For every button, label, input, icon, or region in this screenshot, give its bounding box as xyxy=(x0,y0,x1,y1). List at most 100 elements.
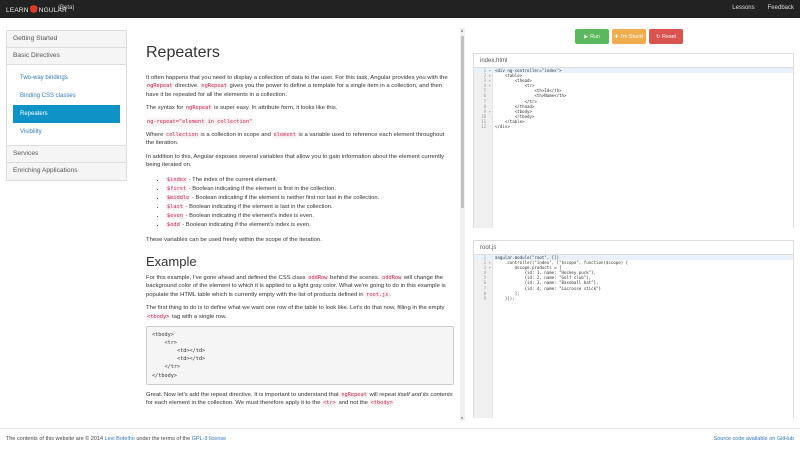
variables-note: These variables can be used freely withi… xyxy=(146,236,322,243)
text: - Boolean indicating if the element's in… xyxy=(183,212,314,219)
text: and not the xyxy=(338,400,368,407)
text: For this example, I've gone ahead and de… xyxy=(146,275,306,282)
nav-link-lessons[interactable]: Lessons xyxy=(732,5,754,11)
repeat-paragraph: Great. Now let's add the repeat directiv… xyxy=(146,391,454,408)
text: The syntax for xyxy=(146,105,184,112)
sidebar-section-enriching-applications[interactable]: Enriching Applications xyxy=(7,163,126,180)
reset-label: Reset xyxy=(662,33,677,40)
tab-root-js[interactable]: root.js xyxy=(474,241,793,255)
inline-code: $even xyxy=(166,212,184,219)
code-line[interactable]: 9 }]); xyxy=(474,296,793,301)
inline-code: <tbody> xyxy=(146,313,171,320)
list-item: $index - The index of the current elemen… xyxy=(166,176,454,185)
angular-shield-icon xyxy=(29,5,38,13)
list-item: $last - Boolean indicating if the elemen… xyxy=(166,203,454,212)
sidebar-item-binding-css-classes[interactable]: Binding CSS classes xyxy=(13,87,120,105)
code-text: }]); xyxy=(495,295,515,301)
stuck-label: I'm Stuck! xyxy=(620,33,644,40)
list-item: $middle - Boolean indicating if the elem… xyxy=(166,194,454,203)
lifebuoy-icon: ✚ xyxy=(614,33,619,40)
inline-code: ngRepeat xyxy=(200,83,228,90)
inline-code: $last xyxy=(166,203,184,210)
play-icon: ▶ xyxy=(584,33,589,40)
beta-label: (Beta) xyxy=(58,5,75,11)
list-item: $even - Boolean indicating if the elemen… xyxy=(166,212,454,221)
lesson-content: Repeaters It often happens that you need… xyxy=(146,30,454,422)
list-item: $first - Boolean indicating if the eleme… xyxy=(166,185,454,194)
github-link[interactable]: Source code available on GitHub xyxy=(714,436,794,442)
refresh-icon: ↻ xyxy=(655,33,661,40)
lesson-sidebar: Getting Started Basic Directives Two-way… xyxy=(6,30,127,181)
sidebar-item-visibility[interactable]: Visibility xyxy=(13,123,120,141)
text: - The index of the current element. xyxy=(187,176,278,183)
text: The first thing to do is to define what … xyxy=(146,305,445,312)
list-item: $odd - Boolean indicating if the element… xyxy=(166,221,454,230)
text: It often happens that you need to displa… xyxy=(146,75,448,81)
text: Great. Now let's add the repeat directiv… xyxy=(146,391,339,398)
sidebar-section-services[interactable]: Services xyxy=(7,146,126,163)
text: will repeat xyxy=(369,391,396,398)
license-link[interactable]: GPL-3 license xyxy=(192,436,227,442)
text: is super easy. In attribute form, it loo… xyxy=(214,105,338,112)
emphasis: itself and its contents xyxy=(397,391,453,398)
scrollbar-thumb[interactable] xyxy=(461,36,464,208)
example-heading: Example xyxy=(146,254,197,270)
text: - Boolean indicating if the element's in… xyxy=(180,221,311,228)
content-scrollbar[interactable] xyxy=(460,28,465,421)
sidebar-subitems: Two-way bindings Binding CSS classes Rep… xyxy=(7,65,126,146)
sidebar-section-getting-started[interactable]: Getting Started xyxy=(7,31,126,48)
text: . xyxy=(389,291,392,298)
line-number: 12 xyxy=(481,124,491,130)
scroll-down-arrow-icon[interactable] xyxy=(461,417,463,420)
js-editor-panel: root.js 1 angular.module("root", []) 2 ▾ … xyxy=(473,240,794,418)
inline-code: root.js xyxy=(365,291,390,298)
html-editor-panel: index.html 1 ▾ <div ng-controller="index"… xyxy=(473,53,794,228)
inline-code: $index xyxy=(166,176,188,183)
inline-code: ngRepeat xyxy=(340,391,368,398)
example-paragraph: For this example, I've gone ahead and de… xyxy=(146,274,454,299)
variables-list: $index - The index of the current elemen… xyxy=(166,176,454,230)
inline-code: ngRepeat xyxy=(184,105,213,112)
page-footer: The contents of this website are © 2014 … xyxy=(0,428,800,450)
inline-code: collection xyxy=(165,132,199,139)
syntax-code: ng-repeat="element in collection" xyxy=(146,117,254,127)
html-code-editor[interactable]: 1 ▾ <div ng-controller="index"> 2 ▾ <table… xyxy=(474,68,793,228)
first-step-paragraph: The first thing to do is to define what … xyxy=(146,304,454,321)
inline-code: $middle xyxy=(166,194,191,201)
sidebar-section-basic-directives[interactable]: Basic Directives xyxy=(7,48,126,65)
inline-code: ngRepeat xyxy=(146,83,174,90)
run-button[interactable]: ▶ Run xyxy=(575,29,609,44)
intro-paragraph: It often happens that you need to displa… xyxy=(146,74,454,99)
author-link[interactable]: Levi Botelho xyxy=(105,436,135,442)
tab-index-html[interactable]: index.html xyxy=(474,54,793,68)
copyright-text: The contents of this website are © 2014 … xyxy=(6,436,226,442)
text: The contents of this website are © 2014 xyxy=(6,436,103,442)
nav-link-feedback[interactable]: Feedback xyxy=(768,5,794,11)
code-lines: 1 ▾ <div ng-controller="index"> 2 ▾ <table… xyxy=(474,68,793,129)
text: is a collection in scope and xyxy=(200,132,271,139)
sidebar-item-repeaters[interactable]: Repeaters xyxy=(13,105,120,123)
top-navbar: LEARN NGULAR (Beta) Lessons Feedback xyxy=(0,0,800,18)
reset-button[interactable]: ↻ Reset xyxy=(649,29,683,44)
scroll-up-arrow-icon[interactable] xyxy=(461,29,463,32)
inline-code: oddRow xyxy=(307,275,329,282)
inline-code: $first xyxy=(166,185,188,192)
sidebar-item-two-way-bindings[interactable]: Two-way bindings xyxy=(13,69,120,87)
page-title: Repeaters xyxy=(146,44,220,61)
inline-code: oddRow xyxy=(381,275,403,282)
line-number: 9 xyxy=(483,295,491,301)
variables-intro: In addition to this, Angular exposes sev… xyxy=(146,153,444,169)
text: - Boolean indicating if the element is n… xyxy=(190,194,380,201)
inline-code: <tbody> xyxy=(369,400,394,407)
tbody-code-block: <tbody> <tr> <td></td> <td></td> </tr> <… xyxy=(146,326,454,385)
im-stuck-button[interactable]: ✚ I'm Stuck! xyxy=(612,29,646,44)
code-line[interactable]: 12 </div> xyxy=(474,124,793,129)
text: Where xyxy=(146,132,164,139)
js-code-editor[interactable]: 1 angular.module("root", []) 2 ▾ .control… xyxy=(474,255,793,418)
inline-code: <tr> xyxy=(322,400,337,407)
inline-code: element xyxy=(272,132,297,139)
text: - Boolean indicating if the element is l… xyxy=(183,203,333,210)
editor-actions: ▶ Run ✚ I'm Stuck! ↻ Reset xyxy=(575,29,683,44)
text: tag with a single row. xyxy=(171,313,227,320)
inline-code: $odd xyxy=(166,221,181,228)
